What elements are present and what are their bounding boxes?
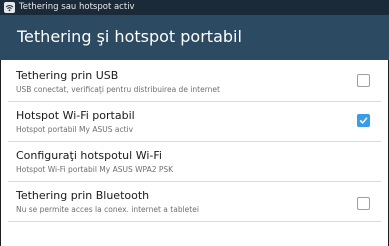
setting-subtitle: USB conectat, verificaţi pentru distribu… bbox=[16, 85, 220, 94]
divider bbox=[8, 181, 381, 182]
page-title: Tethering şi hotspot portabil bbox=[17, 27, 242, 46]
setting-title: Tethering prin Bluetooth bbox=[16, 189, 150, 202]
divider bbox=[8, 221, 381, 222]
usb-tethering-checkbox[interactable] bbox=[357, 74, 370, 87]
wifi-hotspot-checkbox[interactable] bbox=[357, 114, 370, 127]
bluetooth-tethering-checkbox[interactable] bbox=[357, 197, 370, 210]
status-bar: Tethering sau hotspot activ bbox=[0, 0, 389, 15]
setting-title: Tethering prin USB bbox=[16, 69, 119, 82]
setting-title: Hotspot Wi-Fi portabil bbox=[16, 109, 135, 122]
setting-usb-tethering[interactable]: Tethering prin USB USB conectat, verific… bbox=[0, 69, 389, 110]
setting-bluetooth-tethering[interactable]: Tethering prin Bluetooth Nu se permite a… bbox=[0, 189, 389, 230]
setting-subtitle: Hotspot portabil My ASUS activ bbox=[16, 125, 134, 134]
action-bar: Tethering şi hotspot portabil bbox=[0, 15, 389, 60]
divider bbox=[8, 141, 381, 142]
status-text: Tethering sau hotspot activ bbox=[19, 2, 135, 12]
divider bbox=[8, 101, 381, 102]
wifi-icon bbox=[4, 2, 15, 13]
setting-subtitle: Nu se permite acces la conex. internet a… bbox=[16, 205, 199, 214]
setting-wifi-hotspot[interactable]: Hotspot Wi-Fi portabil Hotspot portabil … bbox=[0, 109, 389, 150]
checkmark-icon bbox=[359, 117, 368, 124]
setting-title: Configuraţi hotspotul Wi-Fi bbox=[16, 149, 162, 162]
setting-configure-hotspot[interactable]: Configuraţi hotspotul Wi-Fi Hotspot Wi-F… bbox=[0, 149, 389, 190]
setting-subtitle: Hotspot Wi-Fi portabil My ASUS WPA2 PSK bbox=[16, 165, 174, 174]
